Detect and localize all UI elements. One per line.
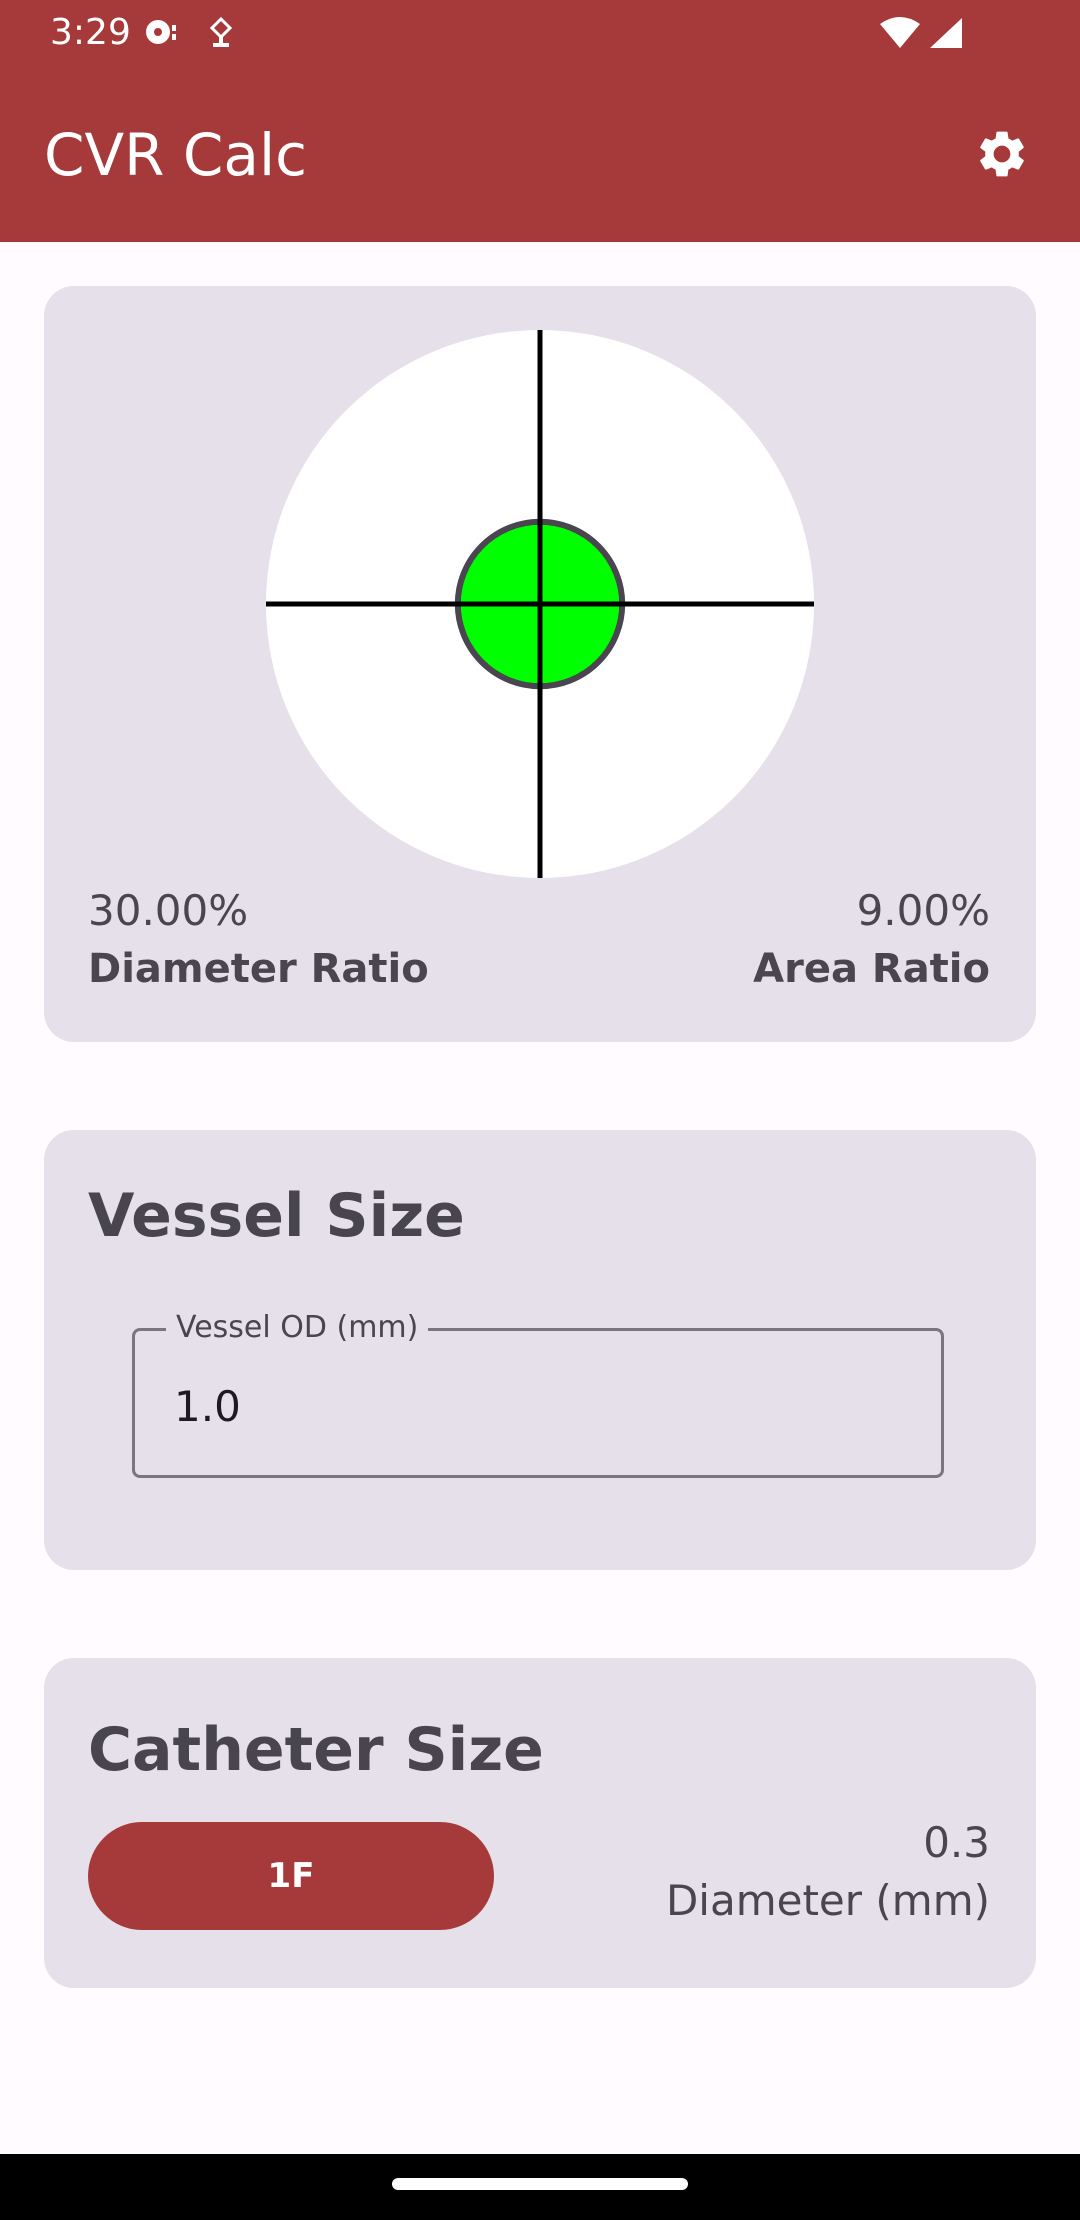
vessel-size-card: Vessel Size Vessel OD (mm) xyxy=(44,1130,1036,1570)
catheter-size-button[interactable]: 1F xyxy=(88,1822,494,1930)
status-time: 3:29 xyxy=(50,12,131,53)
catheter-diameter-value: 0.3 xyxy=(923,1818,990,1867)
notification-icon xyxy=(146,20,176,44)
gear-icon xyxy=(980,131,1024,177)
catheter-size-title: Catheter Size xyxy=(88,1715,544,1785)
home-gesture-handle[interactable] xyxy=(392,2178,688,2190)
area-ratio-label: Area Ratio xyxy=(753,946,990,992)
ratio-visual-card: 30.00% Diameter Ratio 9.00% Area Ratio xyxy=(44,286,1036,1042)
app-bar: 3:29 CVR Calc xyxy=(0,0,1080,242)
catheter-size-card: Catheter Size 1F 0.3 Diameter (mm) xyxy=(44,1658,1036,1988)
wifi-icon xyxy=(880,17,920,48)
status-bar: 3:29 xyxy=(0,0,1080,66)
app-title: CVR Calc xyxy=(44,121,307,189)
vessel-od-field-label: Vessel OD (mm) xyxy=(166,1310,429,1346)
vessel-size-title: Vessel Size xyxy=(88,1181,465,1251)
location-pin-icon xyxy=(209,16,233,47)
diameter-ratio-label: Diameter Ratio xyxy=(88,946,429,992)
catheter-diameter-label: Diameter (mm) xyxy=(665,1876,990,1925)
settings-button[interactable] xyxy=(966,118,1038,190)
signal-icon xyxy=(930,18,962,48)
area-ratio-value: 9.00% xyxy=(856,886,990,935)
vessel-od-input[interactable] xyxy=(174,1378,914,1434)
diameter-ratio-value: 30.00% xyxy=(88,886,249,935)
